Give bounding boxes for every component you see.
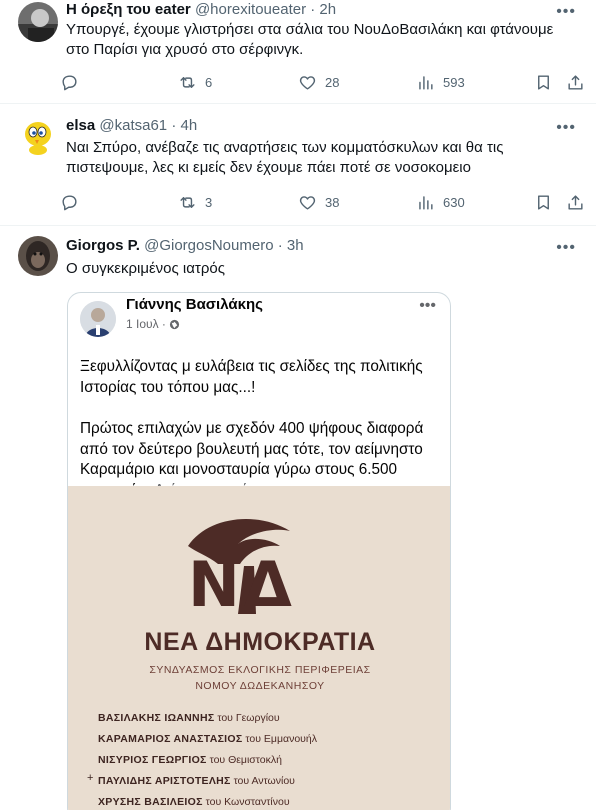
candidate-patronymic: του Κωνσταντίνου <box>205 796 290 808</box>
tweet-text: Ο συγκεκριμένος ιατρός <box>66 260 225 277</box>
candidate-patronymic: του Γεωργίου <box>217 712 280 724</box>
tweet-text: Ναι Σπύρο, ανέβαζε τις αναρτήσεις των κο… <box>66 139 504 176</box>
candidate-row: ΧΡΥΣΗΣ ΒΑΣΙΛΕΙΟΣ του Κωνσταντίνου <box>98 796 290 808</box>
embed-date-text: 1 Ιουλ · <box>126 317 166 331</box>
handle[interactable]: @GiorgosNoumero <box>144 237 273 254</box>
more-icon[interactable]: ••• <box>556 4 576 20</box>
like-count: 38 <box>325 194 340 210</box>
embed-paragraph-1: Ξεφυλλίζοντας μ ευλάβεια τις σελίδες της… <box>80 358 423 396</box>
like-button[interactable]: 38 <box>298 190 339 214</box>
bookmark-icon <box>538 74 549 90</box>
retweet-icon <box>180 76 195 88</box>
candidate-row: ΝΙΣΥΡΙΟΣ ΓΕΩΡΓΙΟΣ του Θεμιστοκλή <box>98 754 282 766</box>
vote-cross-mark: + <box>87 772 94 784</box>
display-name[interactable]: Giorgos P. <box>66 237 140 254</box>
views-icon <box>419 195 433 210</box>
candidate-patronymic: του Αντωνίου <box>233 775 295 787</box>
tweet-1[interactable]: Η όρεξη του eater @horexitoueater · 2h •… <box>0 0 596 104</box>
candidate-row: ΠΑΥΛΙΔΗΣ ΑΡΙΣΤΟΤΕΛΗΣ του Αντωνίου <box>98 775 295 787</box>
embed-text: Ξεφυλλίζοντας μ ευλάβεια τις σελίδες της… <box>80 357 444 501</box>
share-button[interactable] <box>566 190 585 214</box>
embed-date: 1 Ιουλ · <box>126 317 180 333</box>
candidate-row: ΒΑΣΙΛΑΚΗΣ ΙΩΑΝΝΗΣ του Γεωργίου <box>98 712 280 724</box>
poster-subtitle-2: ΝΟΜΟΥ ΔΩΔΕΚΑΝΗΣΟΥ <box>195 680 325 692</box>
candidate-row: ΚΑΡΑΜΑΡΙΟΣ ΑΝΑΣΤΑΣΙΟΣ του Εμμανουήλ <box>98 733 317 745</box>
party-name: ΝΕΑ ΔΗΜΟΚΡΑΤΙΑ <box>144 628 376 656</box>
tweet-text: Υπουργέ, έχουμε γλιστρήσει στα σάλια του… <box>66 21 554 58</box>
candidate-patronymic: του Εμμανουήλ <box>245 733 317 745</box>
candidate-patronymic: του Θεμιστοκλή <box>209 754 282 766</box>
avatar-image <box>18 2 58 42</box>
bookmark-icon <box>538 194 549 210</box>
timestamp[interactable]: · 2h <box>310 1 336 18</box>
display-name[interactable]: elsa <box>66 117 95 134</box>
embedded-post-card[interactable]: Γιάννης Βασιλάκης 1 Ιουλ · ••• Ξεφυλλίζο… <box>67 292 451 810</box>
candidate-name: ΠΑΥΛΙΔΗΣ ΑΡΙΣΤΟΤΕΛΗΣ <box>98 775 231 787</box>
more-icon[interactable]: ••• <box>556 120 576 136</box>
embed-author-name[interactable]: Γιάννης Βασιλάκης <box>126 296 263 313</box>
avatar-image <box>18 236 58 276</box>
share-icon <box>568 194 583 210</box>
poster-subtitle-1: ΣΥΝΔΥΑΣΜΟΣ ΕΚΛΟΓΙΚΗΣ ΠΕΡΙΦΕΡΕΙΑΣ <box>149 664 371 676</box>
retweet-count: 6 <box>205 74 213 90</box>
like-button[interactable]: 28 <box>298 70 339 94</box>
candidate-name: ΝΙΣΥΡΙΟΣ ΓΕΩΡΓΙΟΣ <box>98 754 207 766</box>
embed-author-avatar <box>80 301 116 337</box>
like-icon <box>299 195 316 210</box>
globe-icon <box>169 319 180 333</box>
bookmark-button[interactable] <box>534 190 553 214</box>
reply-icon <box>62 74 77 90</box>
views-button[interactable]: 593 <box>416 70 465 94</box>
like-count: 28 <box>325 74 340 90</box>
views-button[interactable]: 630 <box>416 190 465 214</box>
candidate-name: ΧΡΥΣΗΣ ΒΑΣΙΛΕΙΟΣ <box>98 796 203 808</box>
retweet-button[interactable]: 6 <box>178 70 212 94</box>
candidate-name: ΒΑΣΙΛΑΚΗΣ ΙΩΑΝΝΗΣ <box>98 712 215 724</box>
avatar[interactable] <box>18 2 58 42</box>
more-icon[interactable]: ••• <box>556 240 576 256</box>
bookmark-button[interactable] <box>534 70 553 94</box>
handle[interactable]: @katsa61 <box>99 117 167 134</box>
reply-icon <box>62 194 77 210</box>
share-icon <box>568 74 583 90</box>
avatar[interactable] <box>18 236 58 276</box>
retweet-count: 3 <box>205 194 213 210</box>
reply-button[interactable] <box>60 190 79 214</box>
share-button[interactable] <box>566 70 585 94</box>
views-count: 630 <box>443 194 465 210</box>
avatar[interactable] <box>18 116 58 156</box>
election-poster-image[interactable]: ΝΔ ΝΕΑ ΔΗΜΟΚΡΑΤΙΑ ΣΥΝΔΥΑΣΜΟΣ ΕΚΛΟΓΙΚΗΣ Π… <box>68 486 450 810</box>
handle[interactable]: @horexitoueater <box>195 1 306 18</box>
candidate-name: ΚΑΡΑΜΑΡΙΟΣ ΑΝΑΣΤΑΣΙΟΣ <box>98 733 243 745</box>
more-icon[interactable]: ••• <box>419 297 436 315</box>
tweet-2[interactable]: elsa @katsa61 · 4h ••• Ναι Σπύρο, ανέβαζ… <box>0 104 596 226</box>
like-icon <box>299 75 316 90</box>
views-icon <box>419 75 433 90</box>
retweet-icon <box>180 196 195 208</box>
retweet-button[interactable]: 3 <box>178 190 212 214</box>
reply-button[interactable] <box>60 70 79 94</box>
display-name[interactable]: Η όρεξη του eater <box>66 1 191 18</box>
party-logo-letters: ΝΔ <box>188 548 296 621</box>
views-count: 593 <box>443 74 465 90</box>
avatar-image <box>18 116 58 156</box>
timestamp[interactable]: · 3h <box>278 237 304 254</box>
timestamp[interactable]: · 4h <box>171 117 197 134</box>
